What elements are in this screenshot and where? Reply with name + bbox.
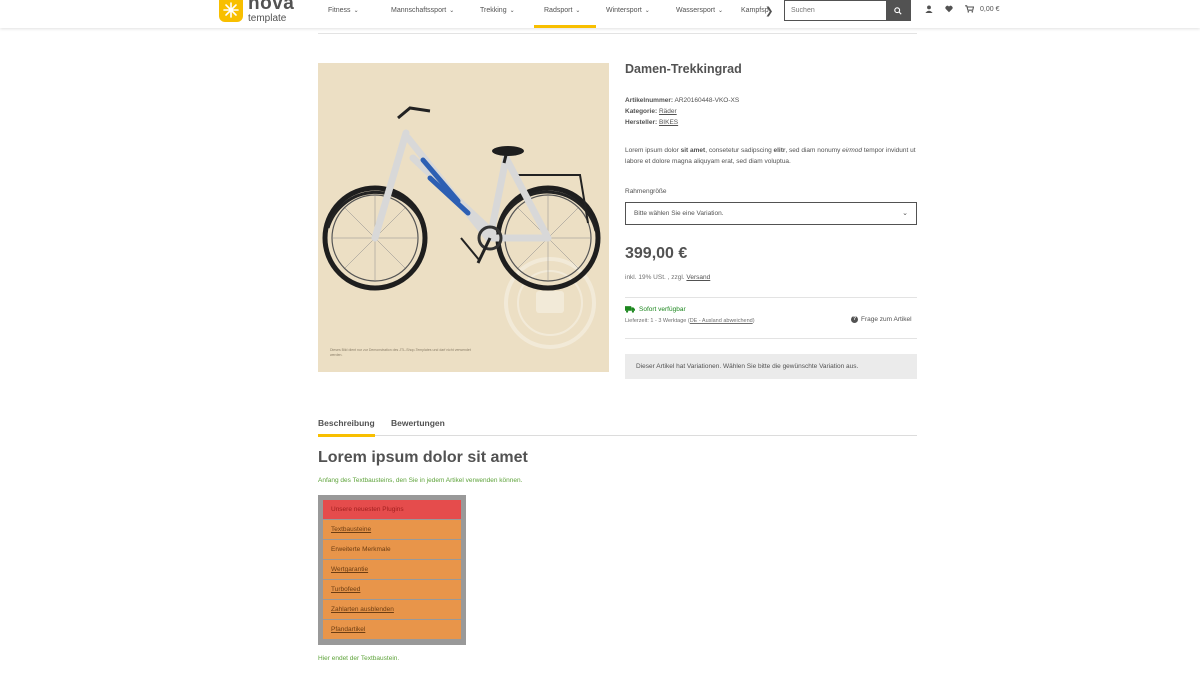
search-button[interactable]: [886, 1, 910, 21]
nav-item-mannschaftssport[interactable]: Mannschaftssport ⌄: [381, 0, 470, 28]
description-heading: Lorem ipsum dolor sit amet: [318, 449, 528, 466]
product-tabs: Beschreibung Bewertungen: [318, 418, 917, 437]
delivery-time: Lieferzeit: 1 - 3 Werktage (DE - Ausland…: [625, 318, 755, 324]
shipping-link[interactable]: Versand: [686, 274, 710, 281]
account-button[interactable]: [925, 5, 933, 13]
plugin-label: Zahlarten ausblenden: [331, 606, 394, 613]
nav-item-wassersport[interactable]: Wassersport ⌄: [666, 0, 731, 28]
variation-info-alert: Dieser Artikel hat Variationen. Wählen S…: [625, 354, 917, 379]
plugin-label: Wertgarantie: [331, 566, 369, 573]
plugin-label: Pfandartikel: [331, 626, 366, 633]
product-short-description: Lorem ipsum dolor sit amet, consetetur s…: [625, 145, 917, 167]
nav-item-radsport[interactable]: Radsport ⌄: [534, 0, 596, 28]
category-link[interactable]: Räder: [659, 108, 677, 115]
watermark-seal: [504, 257, 596, 349]
desc-bold: sit amet: [680, 147, 706, 154]
image-notice: Dieses Bild dient nur zur Demonstration …: [330, 348, 471, 357]
plugin-item[interactable]: Turbofeed: [323, 580, 461, 599]
truck-icon: [625, 306, 635, 313]
desc-text: Lorem ipsum dolor: [625, 147, 681, 154]
category-label: Kategorie:: [625, 108, 658, 115]
availability-status: Sofort verfügbar: [625, 306, 686, 313]
textblock-start: Anfang des Textbausteins, den Sie in jed…: [318, 477, 523, 484]
plugin-item[interactable]: Textbausteine: [323, 520, 461, 539]
nav-label: Trekking: [480, 7, 507, 14]
divider: [625, 297, 917, 298]
delivery-link[interactable]: DE - Ausland abweichend: [690, 318, 753, 324]
nav-label: Mannschaftssport: [391, 7, 447, 14]
manufacturer-label: Hersteller:: [625, 119, 658, 126]
manufacturer-link[interactable]: BIKES: [659, 119, 678, 126]
nav-item-fitness[interactable]: Fitness ⌄: [318, 0, 381, 28]
search-box: [784, 0, 911, 21]
main-nav: Fitness ⌄ Mannschaftssport ⌄ Trekking ⌄ Radspo…: [318, 0, 778, 28]
breadcrumb-divider: [318, 33, 917, 34]
plugin-item[interactable]: Wertgarantie: [323, 560, 461, 579]
ask-question-link[interactable]: ? Frage zum Artikel: [851, 316, 912, 323]
ask-question-label: Frage zum Artikel: [861, 316, 912, 323]
nav-item-wintersport[interactable]: Wintersport ⌄: [596, 0, 666, 28]
plugins-header: Unsere neuesten Plugins: [323, 500, 461, 519]
plugin-label: Turbofeed: [331, 586, 361, 593]
logo-mark: [219, 0, 243, 22]
variation-label: Rahmengröße: [625, 188, 667, 195]
cart-button[interactable]: 0,00 €: [965, 5, 999, 13]
nav-label: Radsport: [544, 7, 573, 14]
desc-italic: eirmod: [842, 147, 863, 154]
bicycle-image: [322, 106, 601, 349]
nav-label: Wassersport: [676, 7, 716, 14]
logo[interactable]: nova template: [219, 0, 294, 24]
nav-label: Fitness: [328, 7, 351, 14]
cart-icon: [965, 5, 974, 13]
product-image[interactable]: Dieses Bild dient nur zur Demonstration …: [318, 63, 609, 372]
product-title: Damen-Trekkingrad: [625, 62, 742, 76]
heart-icon: [945, 5, 953, 13]
plugin-label: Textbausteine: [331, 526, 372, 533]
chevron-down-icon: ⌄: [902, 210, 908, 217]
plugin-item[interactable]: Pfandartikel: [323, 620, 461, 639]
textblock-end: Hier endet der Textbaustein.: [318, 655, 400, 662]
delivery-text: Lieferzeit: 1 - 3 Werktage (: [625, 318, 690, 324]
user-icon: [925, 5, 933, 13]
chevron-right-icon[interactable]: ❯: [765, 6, 773, 17]
chevron-down-icon: ⌄: [353, 8, 359, 14]
desc-text: , sed diam nonumy: [785, 147, 843, 154]
cart-amount: 0,00 €: [980, 5, 1000, 13]
chevron-down-icon: ⌄: [718, 8, 724, 14]
vat-info: inkl. 19% USt. , zzgl. Versand: [625, 274, 710, 281]
logo-tagline: template: [248, 13, 287, 24]
product-meta: Artikelnummer: AR20160448-VKO-XS Kategor…: [625, 95, 739, 128]
search-input[interactable]: [785, 1, 886, 20]
question-icon: ?: [851, 316, 858, 323]
delivery-text-close: ): [752, 318, 755, 324]
logo-name: nova: [248, 0, 295, 14]
plugin-item: Erweiterte Merkmale: [323, 540, 461, 559]
variation-select[interactable]: Bitte wählen Sie eine Variation. ⌄: [625, 202, 917, 225]
availability-text: Sofort verfügbar: [639, 306, 686, 313]
desc-text: , consetetur sadipscing: [705, 147, 774, 154]
wishlist-button[interactable]: [945, 5, 953, 13]
nav-label: Wintersport: [606, 7, 642, 14]
plugin-label: Erweiterte Merkmale: [331, 546, 391, 553]
product-price: 399,00 €: [625, 245, 688, 262]
tab-reviews[interactable]: Bewertungen: [391, 418, 445, 436]
divider: [625, 338, 917, 339]
desc-bold: elitr: [773, 147, 786, 154]
chevron-down-icon: ⌄: [644, 8, 650, 14]
search-icon: [894, 7, 902, 15]
sku-label: Artikelnummer:: [625, 97, 674, 104]
variation-select-value: Bitte wählen Sie eine Variation.: [634, 210, 724, 217]
tab-description[interactable]: Beschreibung: [318, 418, 375, 437]
logo-star-icon: [223, 2, 239, 18]
site-header: nova template Fitness ⌄ Mannschaftssport ⌄ T…: [0, 0, 1200, 28]
chevron-down-icon: ⌄: [449, 8, 455, 14]
sku-value: AR20160448-VKO-XS: [674, 97, 740, 104]
chevron-down-icon: ⌄: [509, 8, 515, 14]
plugin-item[interactable]: Zahlarten ausblenden: [323, 600, 461, 619]
nav-item-trekking[interactable]: Trekking ⌄: [470, 0, 534, 28]
plugins-box: Unsere neuesten Plugins Textbausteine Erw…: [318, 495, 466, 645]
vat-text: inkl. 19% USt. , zzgl.: [625, 274, 687, 281]
chevron-down-icon: ⌄: [575, 8, 581, 14]
